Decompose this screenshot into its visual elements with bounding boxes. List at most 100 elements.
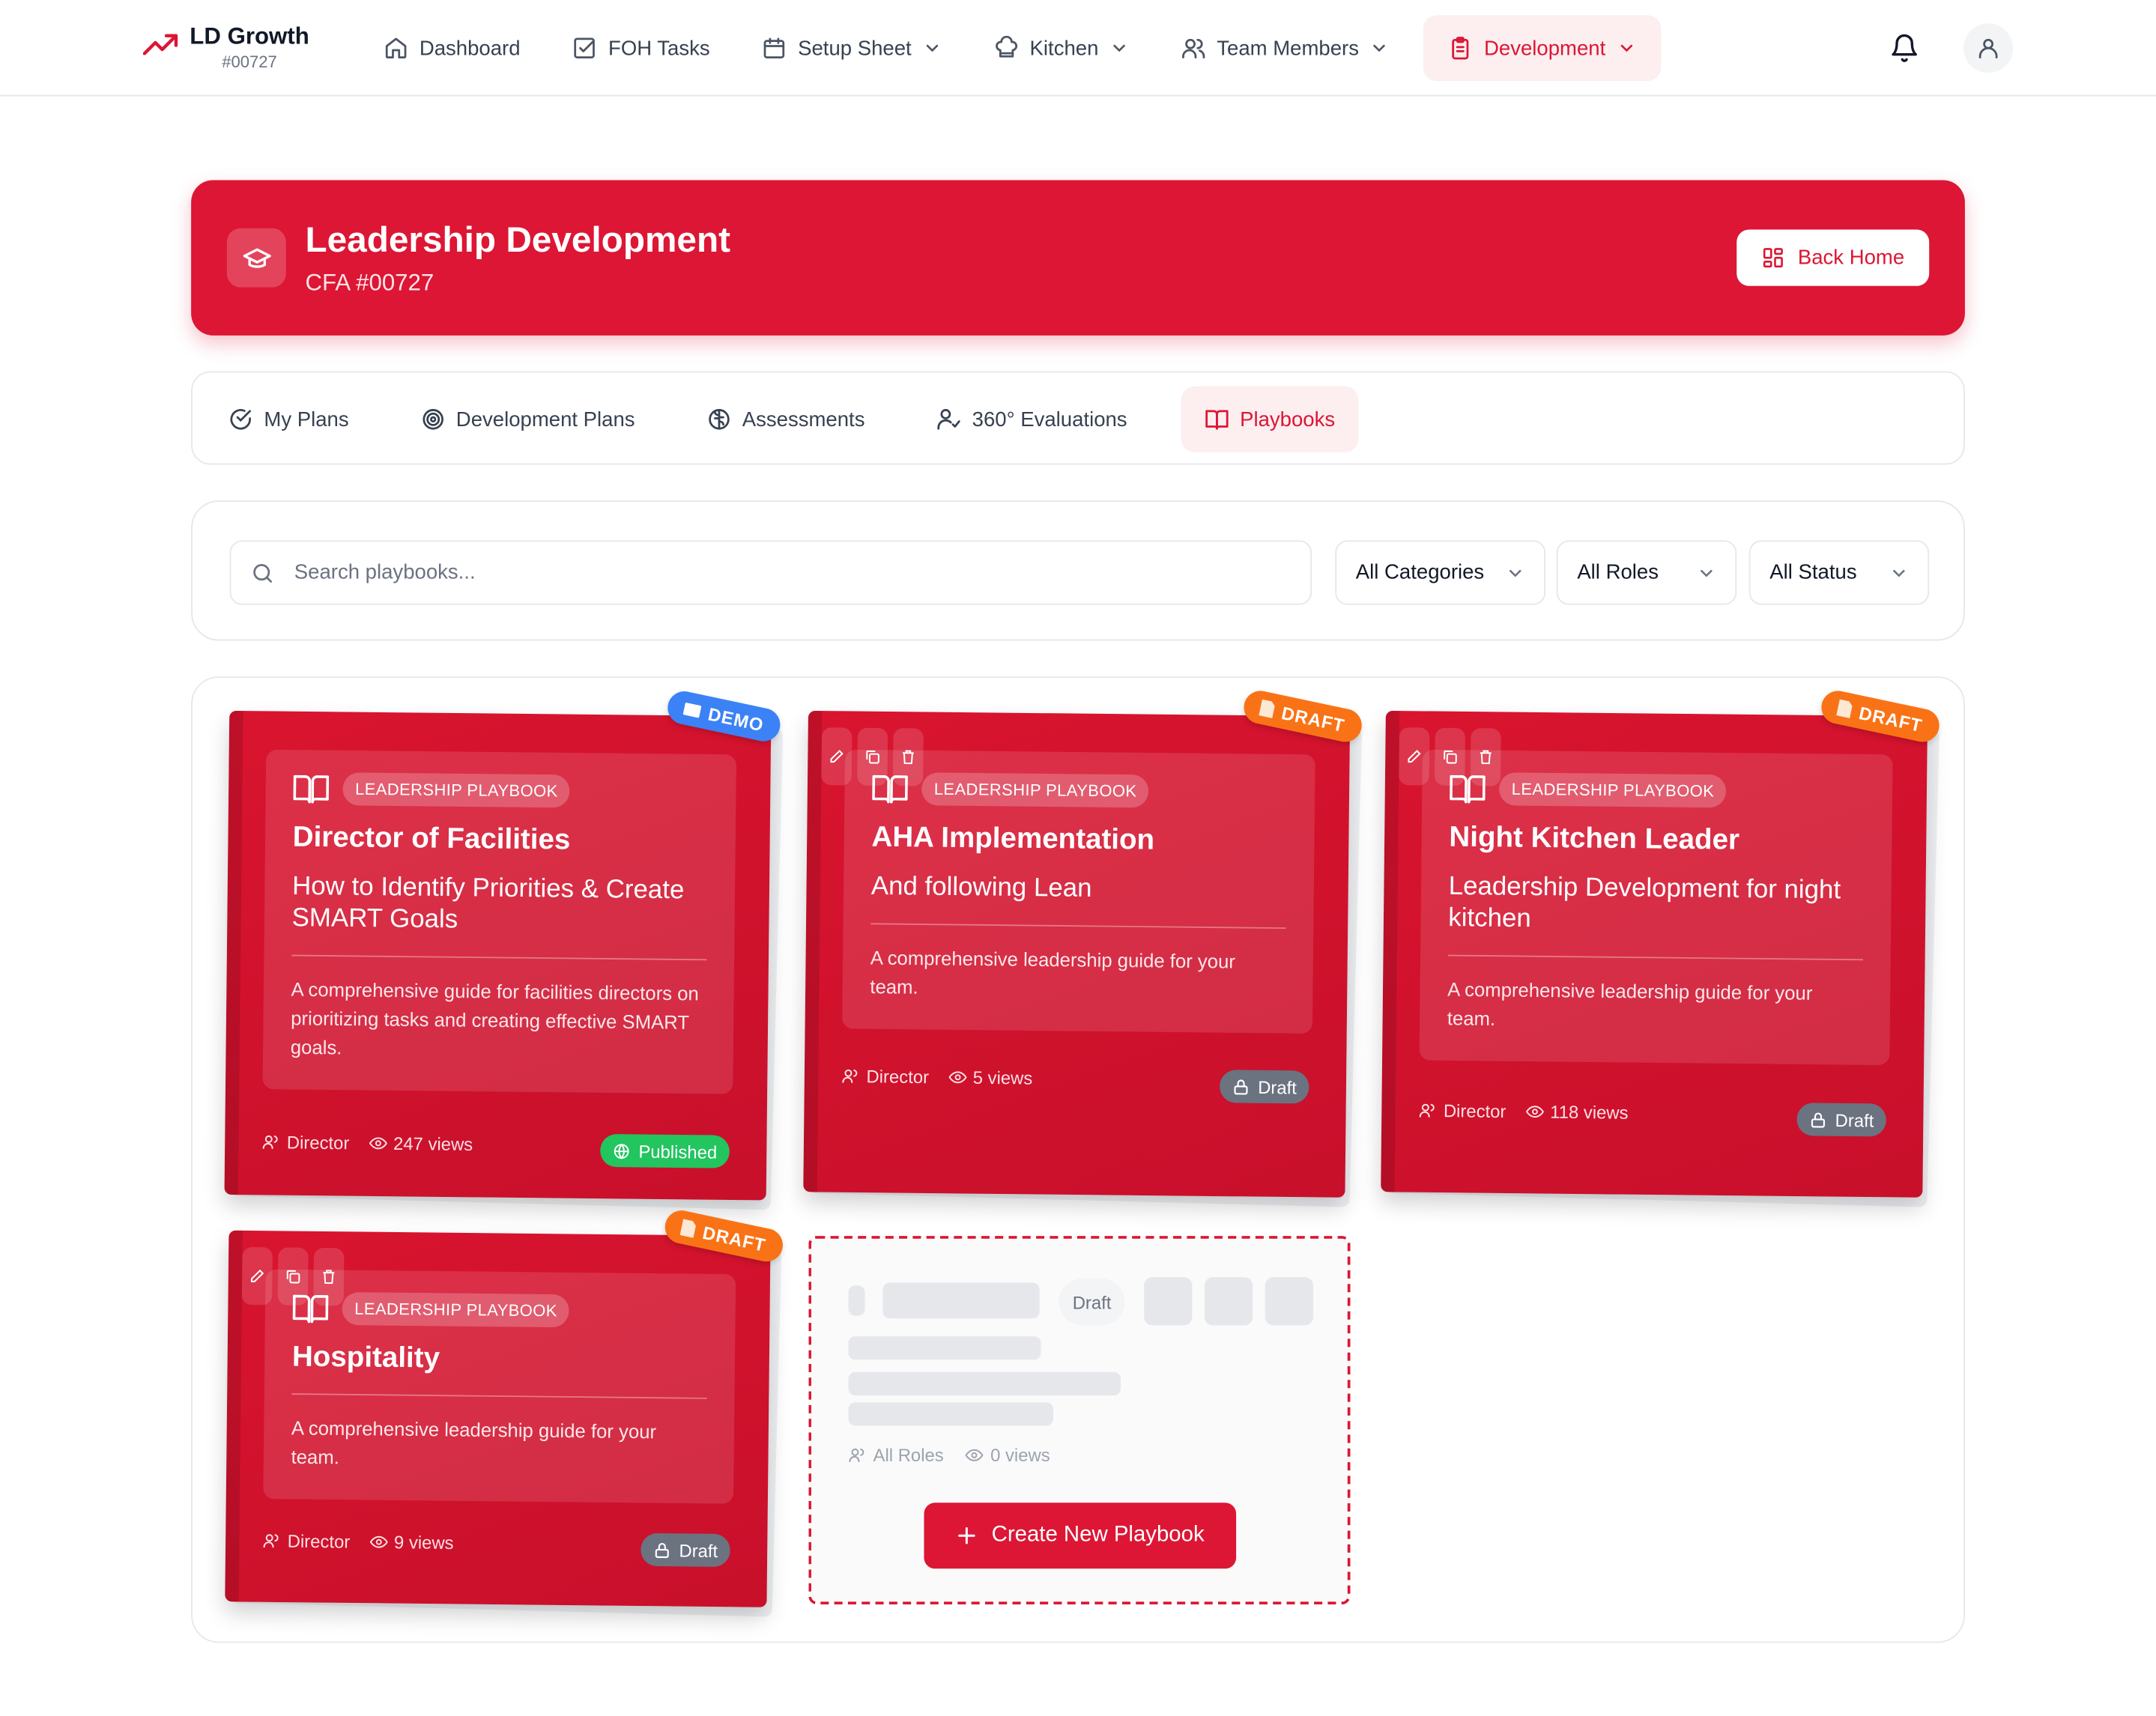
calendar-icon — [762, 36, 787, 61]
book-spine — [224, 711, 243, 1195]
chevron-down-icon — [1109, 38, 1129, 58]
playbook-card[interactable]: LEADERSHIP PLAYBOOK Night Kitchen Leader… — [1384, 714, 1925, 1195]
nav-label: Kitchen — [1030, 37, 1099, 60]
lock-icon — [1232, 1077, 1250, 1095]
skeleton-block — [1144, 1277, 1192, 1325]
nav-setup-sheet[interactable]: Setup Sheet — [745, 15, 960, 81]
bell-icon[interactable] — [1889, 33, 1919, 63]
ribbon-label: DEMO — [706, 703, 766, 735]
user-check-icon — [936, 407, 961, 431]
user-avatar-button[interactable] — [1963, 23, 2013, 73]
eye-icon — [369, 1533, 387, 1551]
book-open-icon — [1450, 773, 1486, 804]
grid-icon — [1762, 246, 1785, 270]
nav-development[interactable]: Development — [1423, 15, 1660, 81]
tab-assessments[interactable]: Assessments — [688, 386, 882, 452]
skeleton-line — [849, 1336, 1041, 1359]
nav-foh-tasks[interactable]: FOH Tasks — [554, 15, 727, 81]
top-nav: LD Growth #00727 Dashboard FOH Tasks Set… — [0, 0, 2156, 96]
create-playbook-button[interactable]: Create New Playbook — [924, 1503, 1236, 1568]
chevron-down-icon — [1889, 563, 1909, 583]
eye-icon — [948, 1068, 966, 1086]
role-select[interactable]: All Roles — [1557, 540, 1736, 604]
tab-label: 360° Evaluations — [972, 407, 1127, 431]
book-spine — [225, 1231, 243, 1602]
trending-up-icon — [143, 33, 179, 55]
page-subtitle: CFA #00727 — [305, 270, 434, 297]
placeholder-roles: All Roles — [873, 1445, 944, 1466]
playbook-role: Director — [287, 1132, 350, 1153]
cover-content: LEADERSHIP PLAYBOOK Hospitality A compre… — [263, 1270, 736, 1504]
playbook-card[interactable]: LEADERSHIP PLAYBOOK Director of Faciliti… — [227, 714, 769, 1198]
user-icon — [1976, 36, 2001, 61]
book-open-icon — [292, 1293, 328, 1324]
playbook-views: 5 views — [973, 1067, 1033, 1088]
skeleton-block — [1205, 1277, 1253, 1325]
playbook-subtitle: Leadership Development for night kitchen — [1448, 871, 1864, 961]
playbook-grid: LEADERSHIP PLAYBOOK Director of Faciliti… — [191, 676, 1965, 1643]
playbook-role: Director — [288, 1531, 351, 1552]
book-cover: LEADERSHIP PLAYBOOK Director of Faciliti… — [224, 711, 771, 1201]
chevron-down-icon — [1697, 563, 1716, 583]
clipboard-icon — [1448, 36, 1473, 61]
skeleton-block — [849, 1285, 865, 1315]
status-label: Draft — [679, 1540, 718, 1561]
eye-icon — [1525, 1103, 1543, 1121]
search-box[interactable] — [230, 540, 1312, 604]
cover-content: LEADERSHIP PLAYBOOK Night Kitchen Leader… — [1420, 750, 1893, 1065]
playbook-role: Director — [866, 1066, 929, 1087]
status-badge: Draft — [1220, 1070, 1309, 1103]
book-cover: LEADERSHIP PLAYBOOK AHA Implementation A… — [803, 711, 1350, 1198]
book-open-icon — [1204, 407, 1229, 431]
brain-icon — [706, 407, 731, 431]
users-icon — [263, 1532, 281, 1550]
playbook-views: 9 views — [394, 1532, 454, 1553]
brand-name: LD Growth — [190, 22, 309, 52]
search-icon — [250, 560, 275, 585]
select-value: All Status — [1769, 561, 1856, 584]
playbook-subtitle: And following Lean — [870, 871, 1286, 929]
book-cover: LEADERSHIP PLAYBOOK Night Kitchen Leader… — [1381, 711, 1928, 1198]
playbook-meta: Director 247 views — [262, 1132, 473, 1154]
book-icon — [682, 700, 702, 718]
playbook-description: A comprehensive leadership guide for you… — [870, 944, 1286, 1006]
search-input[interactable] — [294, 561, 1257, 584]
page-header: Leadership Development CFA #00727 Back H… — [191, 180, 1965, 335]
cover-content: LEADERSHIP PLAYBOOK Director of Faciliti… — [263, 750, 736, 1094]
status-select[interactable]: All Status — [1749, 540, 1929, 604]
playbook-card[interactable]: LEADERSHIP PLAYBOOK Hospitality A compre… — [227, 1233, 769, 1604]
nav-team-members[interactable]: Team Members — [1163, 15, 1408, 81]
brand-number: #00727 — [222, 52, 277, 72]
nav-kitchen[interactable]: Kitchen — [976, 15, 1147, 81]
users-icon — [1419, 1102, 1437, 1120]
brand[interactable]: LD Growth #00727 — [143, 22, 309, 71]
book-open-icon — [293, 773, 329, 804]
document-icon — [680, 1219, 697, 1237]
tab-label: Development Plans — [456, 407, 635, 431]
lock-icon — [652, 1541, 670, 1559]
skeleton-line — [849, 1402, 1053, 1425]
skeleton-line — [849, 1372, 1121, 1395]
create-playbook-label: Create New Playbook — [992, 1524, 1205, 1548]
chevron-down-icon — [1370, 38, 1390, 58]
playbook-meta: Director 9 views — [263, 1530, 454, 1553]
placeholder-views: 0 views — [990, 1445, 1050, 1466]
tab-my-plans[interactable]: My Plans — [211, 386, 367, 452]
tab-label: Assessments — [742, 407, 865, 431]
category-select[interactable]: All Categories — [1335, 540, 1545, 604]
playbook-views: 118 views — [1550, 1102, 1629, 1124]
playbook-meta: Director 5 views — [841, 1066, 1032, 1088]
tab-development-plans[interactable]: Development Plans — [402, 386, 652, 452]
nav-label: Development — [1484, 37, 1605, 60]
users-icon — [1181, 36, 1206, 61]
tab-playbooks[interactable]: Playbooks — [1181, 386, 1358, 452]
lock-icon — [1809, 1111, 1827, 1129]
create-playbook-card[interactable]: Draft All Roles 0 views Create New Playb… — [808, 1236, 1350, 1604]
ribbon-label: DRAFT — [1857, 702, 1924, 736]
playbook-card[interactable]: LEADERSHIP PLAYBOOK AHA Implementation A… — [806, 714, 1348, 1195]
nav-dashboard[interactable]: Dashboard — [366, 15, 538, 81]
playbook-description: A comprehensive guide for facilities dir… — [291, 975, 707, 1066]
back-home-button[interactable]: Back Home — [1737, 230, 1929, 286]
tab-360-evaluations[interactable]: 360° Evaluations — [918, 386, 1145, 452]
book-spine — [1381, 711, 1399, 1192]
